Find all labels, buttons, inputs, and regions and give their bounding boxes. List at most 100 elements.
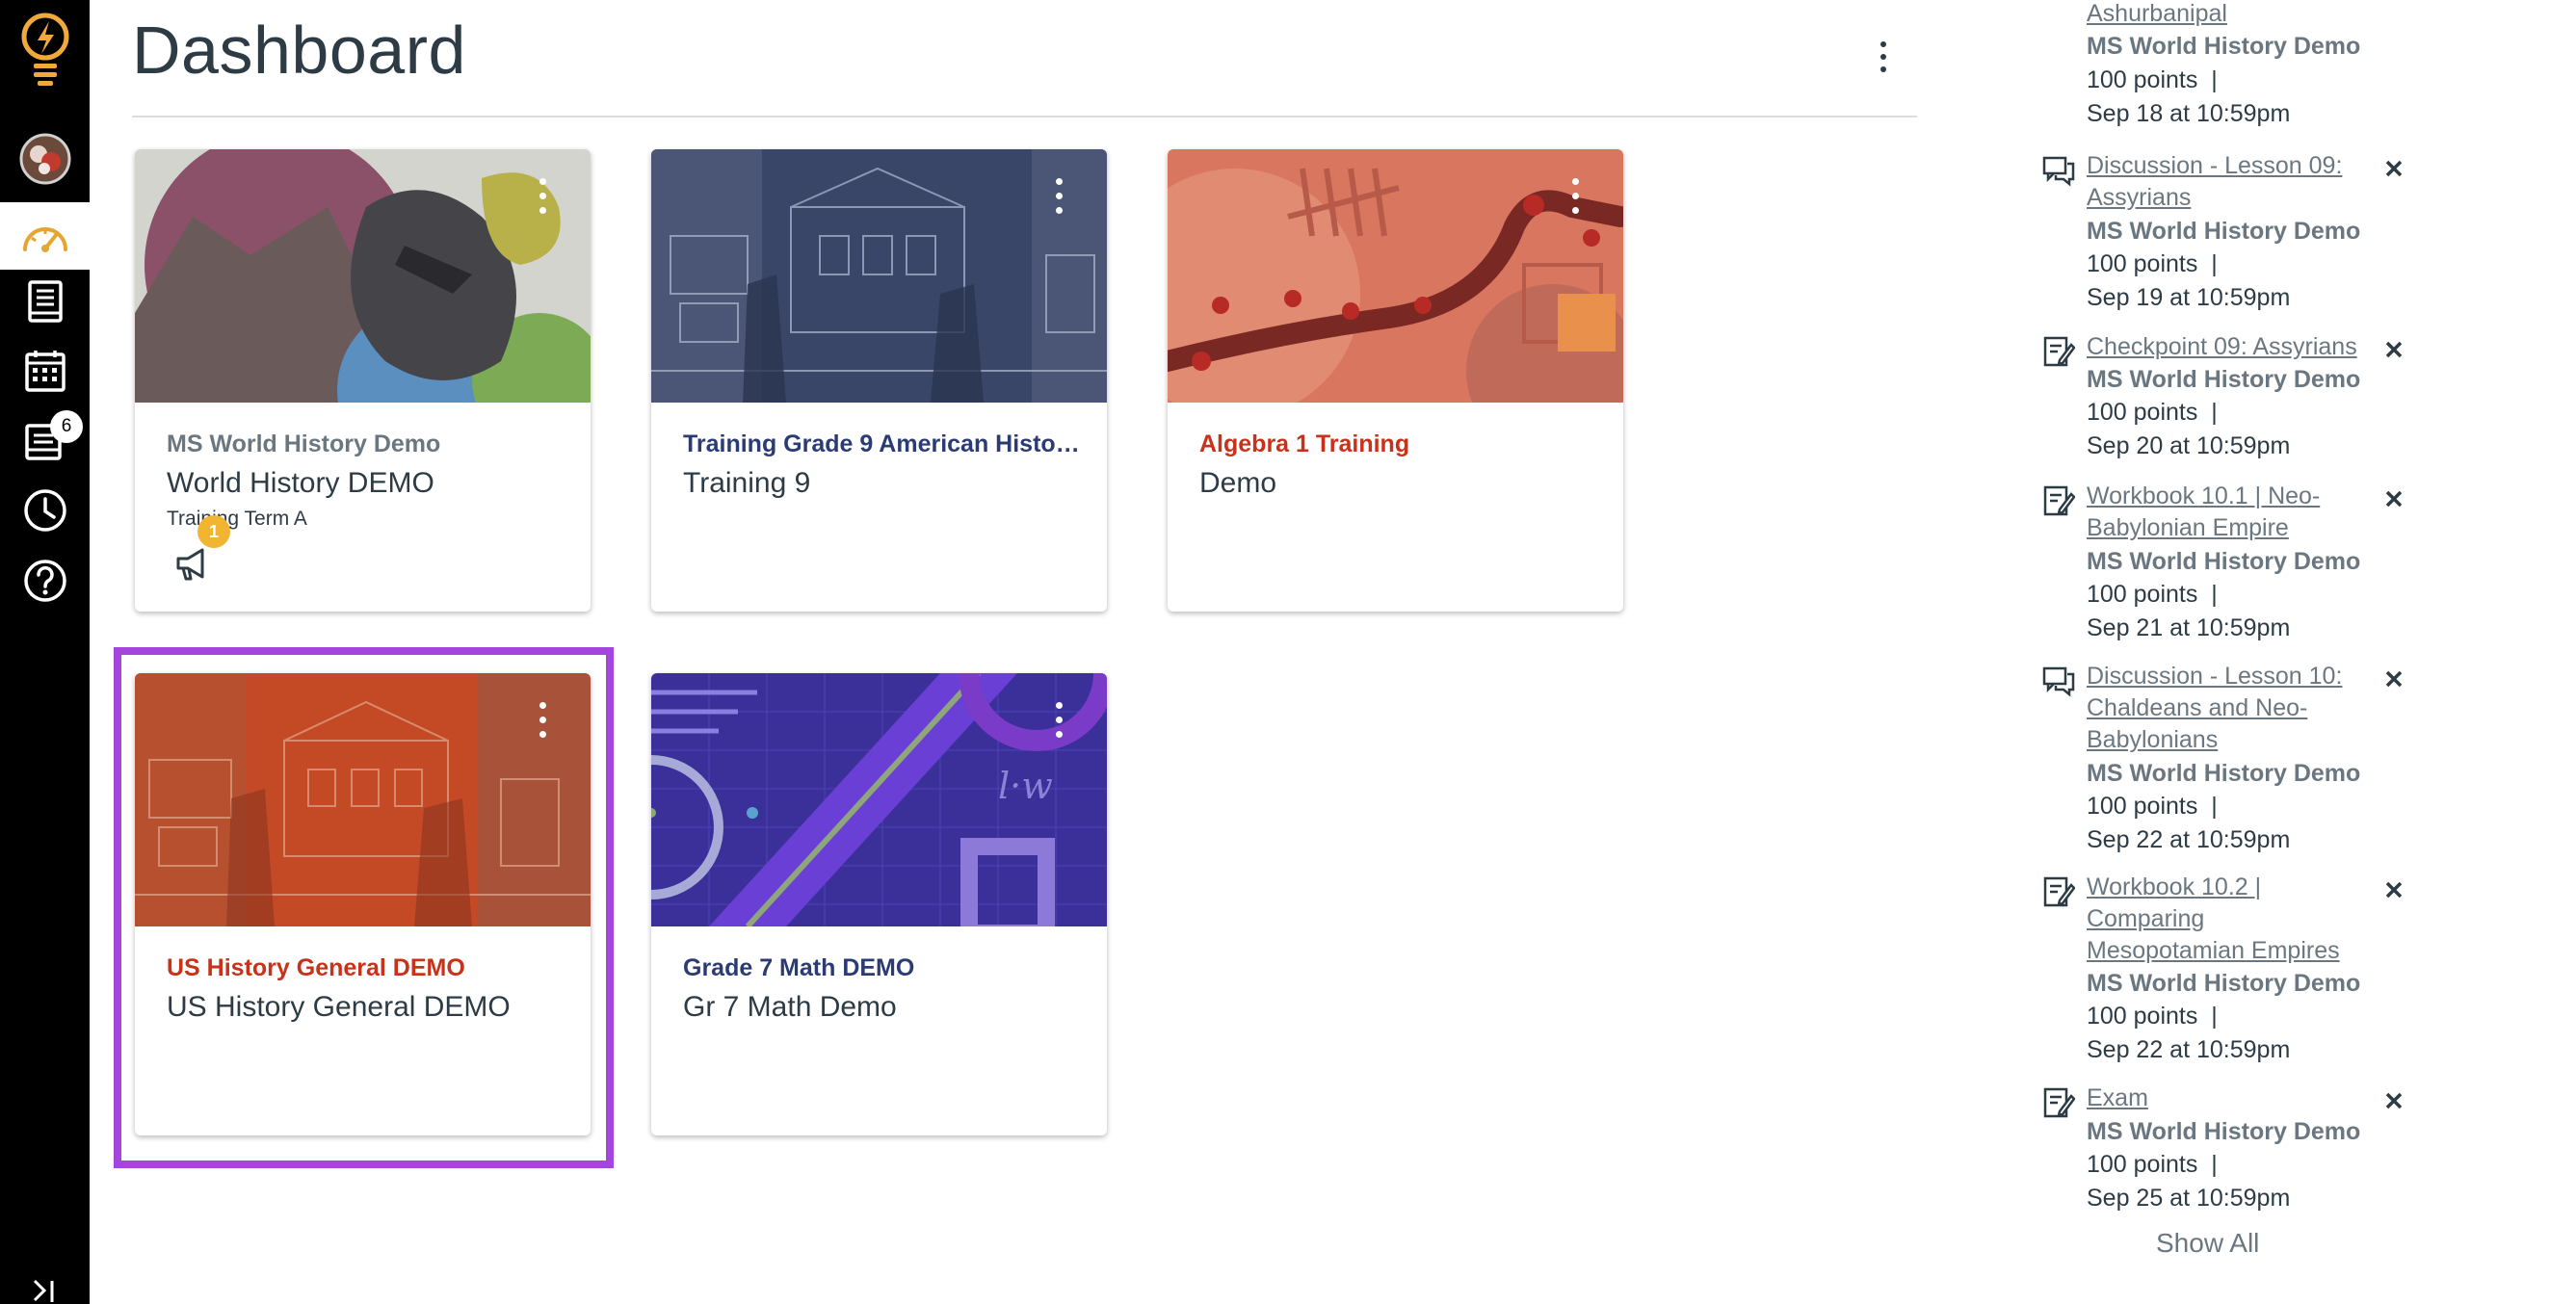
calendar-icon [24, 351, 66, 392]
course-card-algebra-1[interactable]: Algebra 1 Training Demo [1168, 149, 1623, 612]
todo-item-due-date: Sep 18 at 10:59pm [2087, 100, 2291, 127]
todo-item-title-link[interactable]: Discussion - Lesson 10: Chaldeans and Ne… [2087, 661, 2376, 756]
todo-item-due-date: Sep 22 at 10:59pm [2087, 826, 2291, 853]
close-icon [2385, 490, 2403, 508]
kebab-dot [539, 702, 546, 709]
close-icon [2385, 670, 2403, 688]
assignment-icon [2043, 336, 2075, 367]
courses-book-icon [27, 280, 63, 323]
todo-item-points: 100 points | [2087, 581, 2218, 608]
nav-logo-button[interactable] [0, 8, 90, 94]
course-code[interactable]: MS World History Demo [167, 430, 571, 458]
close-icon [2385, 1092, 2403, 1109]
todo-item: Exam MS World History Demo 100 points | … [2042, 1082, 2447, 1217]
nav-history-button[interactable] [0, 477, 90, 544]
dashboard-gauge-icon [22, 227, 67, 252]
todo-item-points: 100 points | [2087, 1003, 2218, 1030]
nav-account-button[interactable] [0, 125, 90, 193]
show-all-link[interactable]: Show All [2156, 1228, 2259, 1259]
kebab-dot [1880, 41, 1886, 47]
todo-item-course: MS World History Demo [2087, 970, 2361, 997]
discussion-icon [2042, 156, 2075, 187]
formula-decoration: l·w [998, 765, 1053, 807]
todo-item: Checkpoint 09: Assyrians MS World Histor… [2042, 331, 2447, 466]
course-code[interactable]: Algebra 1 Training [1199, 430, 1604, 458]
course-hero-illustration [135, 673, 591, 926]
course-card-image[interactable]: l·w [651, 673, 1107, 926]
todo-item-course: MS World History Demo [2087, 760, 2361, 787]
nav-dashboard-button[interactable] [0, 202, 90, 270]
kebab-dot [1055, 193, 1063, 199]
dismiss-todo-button[interactable] [2378, 1084, 2410, 1117]
course-code[interactable]: US History General DEMO [167, 954, 571, 982]
dashboard-options-button[interactable] [1869, 33, 1898, 81]
course-card-image[interactable] [135, 149, 591, 403]
assignment-icon [2043, 1087, 2075, 1118]
course-card-options-button[interactable] [533, 702, 552, 760]
todo-item-title-link[interactable]: Workbook 10.2 | Comparing Mesopotamian E… [2087, 872, 2347, 967]
kebab-dot [539, 717, 546, 723]
nav-calendar-button[interactable] [0, 337, 90, 404]
announcements-unread-badge: 1 [197, 515, 230, 548]
course-card-options-button[interactable] [533, 178, 552, 236]
course-card-grade-7-math[interactable]: l·w Grade 7 Math DEMO Gr 7 Math Demo [651, 673, 1107, 1135]
todo-item-due-date: Sep 25 at 10:59pm [2087, 1185, 2291, 1212]
kebab-dot [1571, 207, 1579, 214]
todo-item-title-link[interactable]: Workbook 10.1 | Neo-Babylonian Empire [2087, 481, 2376, 544]
kebab-dot [539, 207, 546, 214]
dismiss-todo-button[interactable] [2378, 333, 2410, 366]
kebab-dot [1055, 702, 1063, 709]
todo-item: Workbook 10.2 | Comparing Mesopotamian E… [2042, 872, 2447, 1064]
dismiss-todo-button[interactable] [2378, 152, 2410, 185]
todo-item-points: 100 points | [2087, 250, 2218, 277]
course-card-options-button[interactable] [1565, 178, 1585, 236]
nav-help-button[interactable] [0, 547, 90, 614]
course-card-image[interactable] [135, 673, 591, 926]
course-name: World History DEMO [167, 467, 434, 499]
todo-item: Workbook 10.1 | Neo-Babylonian Empire MS… [2042, 481, 2447, 644]
collapse-arrow-icon [33, 1279, 53, 1302]
dismiss-todo-button[interactable] [2378, 663, 2410, 695]
nav-courses-button[interactable] [0, 268, 90, 335]
todo-item: Discussion - Lesson 09: Assyrians MS Wor… [2042, 150, 2447, 314]
assignment-icon [2043, 876, 2075, 907]
course-card-image[interactable] [1168, 149, 1623, 403]
kebab-dot [1055, 178, 1063, 185]
todo-item-course: MS World History Demo [2087, 366, 2361, 393]
avatar [19, 133, 70, 185]
announcements-link[interactable] [173, 544, 216, 587]
todo-item-due-date: Sep 22 at 10:59pm [2087, 1036, 2291, 1063]
kebab-dot [1055, 717, 1063, 723]
todo-item-points: 100 points | [2087, 793, 2218, 820]
todo-item-course: MS World History Demo [2087, 1118, 2361, 1145]
nav-collapse-button[interactable] [0, 1271, 90, 1304]
course-card-world-history[interactable]: MS World History Demo World History DEMO… [135, 149, 591, 612]
course-code[interactable]: Training Grade 9 American History… [683, 430, 1088, 458]
course-card-options-button[interactable] [1049, 702, 1068, 760]
course-card-us-history[interactable]: US History General DEMO US History Gener… [135, 673, 591, 1135]
course-code[interactable]: Grade 7 Math DEMO [683, 954, 1088, 982]
todo-item-title-link[interactable]: Exam [2087, 1082, 2376, 1114]
nav-inbox-button[interactable]: 6 [0, 406, 90, 474]
help-question-icon [23, 560, 66, 602]
todo-item-points: 100 points | [2087, 66, 2218, 93]
course-card-options-button[interactable] [1049, 178, 1068, 236]
kebab-dot [1880, 66, 1886, 72]
course-card-image[interactable] [651, 149, 1107, 403]
kebab-dot [539, 178, 546, 185]
course-name: Training 9 [683, 467, 811, 499]
dismiss-todo-button[interactable] [2378, 874, 2410, 906]
inbox-unread-badge: 6 [50, 410, 83, 443]
close-icon [2385, 341, 2403, 358]
course-hero-illustration [1168, 149, 1623, 403]
todo-item: Discussion - Lesson 10: Chaldeans and Ne… [2042, 661, 2447, 853]
todo-item-title-link[interactable]: Discussion - Lesson 09: Assyrians [2087, 150, 2376, 214]
todo-item-title-link[interactable]: Ashurbanipal [2087, 0, 2376, 30]
course-term: Training Term A [167, 508, 307, 530]
todo-item-title-link[interactable]: Checkpoint 09: Assyrians [2087, 331, 2376, 363]
global-navigation: 6 [0, 0, 90, 1304]
course-hero-illustration [651, 149, 1107, 403]
course-card-training-9[interactable]: Training Grade 9 American History… Train… [651, 149, 1107, 612]
dismiss-todo-button[interactable] [2378, 482, 2410, 515]
todo-item-course: MS World History Demo [2087, 33, 2361, 60]
